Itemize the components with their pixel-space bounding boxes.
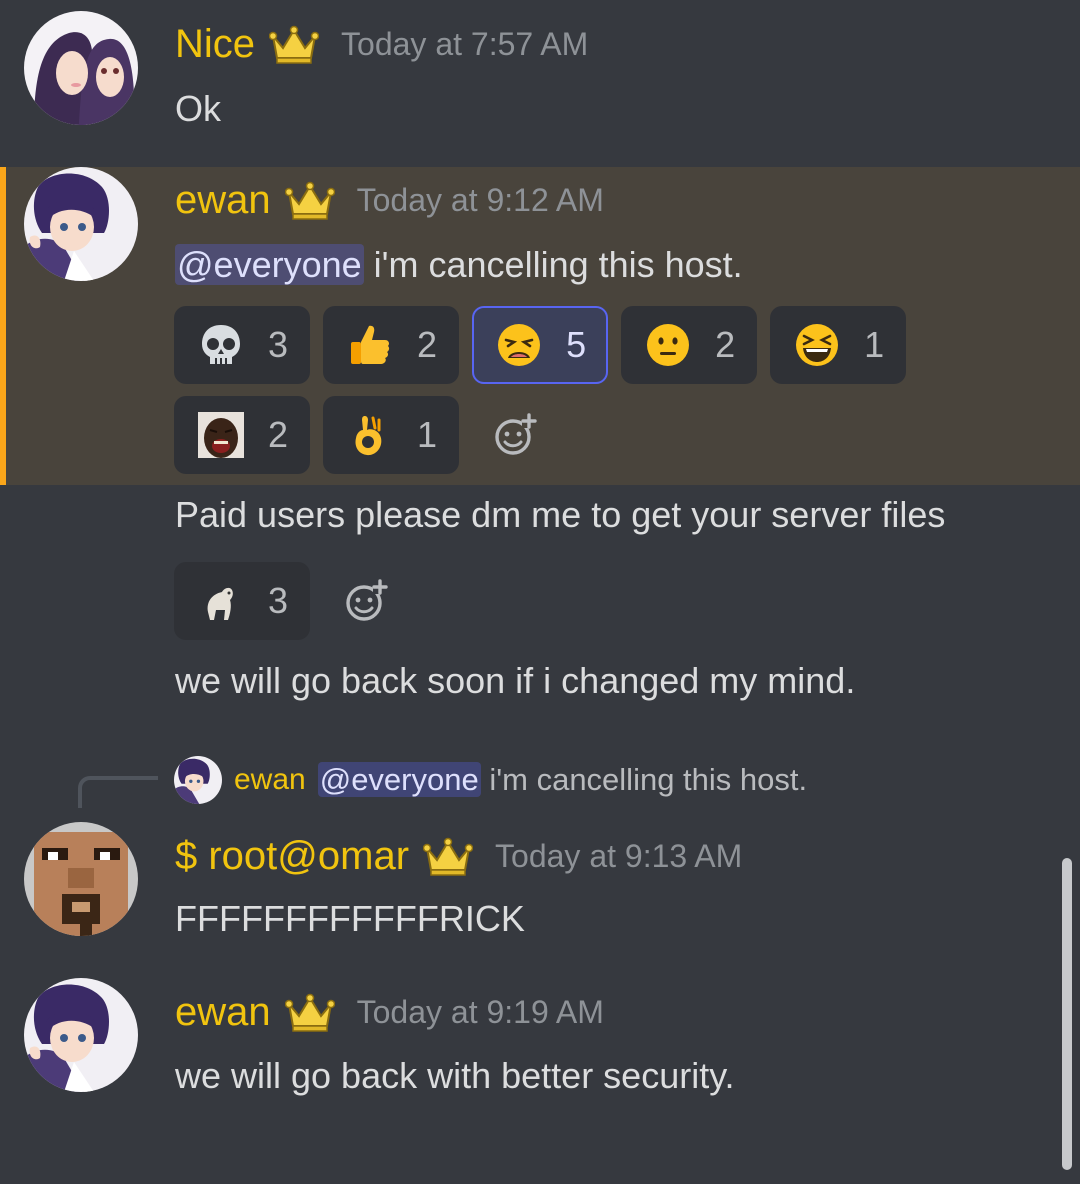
- crown-icon: [423, 834, 474, 878]
- mention-highlight-bar: [0, 167, 6, 485]
- reply-text: @everyone i'm cancelling this host.: [317, 762, 808, 798]
- reaction-count: 5: [566, 324, 587, 365]
- reply-preview[interactable]: ewan @everyone i'm cancelling this host.: [174, 756, 807, 804]
- everyone-mention[interactable]: @everyone: [175, 244, 364, 285]
- reaction-weary[interactable]: 5: [472, 306, 609, 384]
- add-reaction-icon[interactable]: [343, 578, 389, 624]
- neutral-face-emoji-icon: [645, 322, 691, 368]
- reaction-count: 1: [864, 324, 885, 365]
- reactions-row: 3 2 5 2 1: [174, 306, 919, 384]
- avatar-nice[interactable]: [24, 11, 138, 125]
- message-text: FFFFFFFFFFFFRICK: [175, 898, 525, 939]
- reaction-laughing[interactable]: 1: [770, 306, 907, 384]
- reply-avatar: [174, 756, 222, 804]
- timestamp: Today at 9:19 AM: [356, 994, 604, 1030]
- username[interactable]: $ root@omar: [175, 832, 409, 880]
- custom-crying-man-emoji-icon: [198, 412, 244, 458]
- message-header: ewan Today at 9:19 AM: [175, 988, 604, 1036]
- reply-text-body: i'm cancelling this host.: [480, 762, 808, 797]
- ok-hand-emoji-icon: [347, 412, 393, 458]
- message-header: ewan Today at 9:12 AM: [175, 176, 604, 224]
- reactions-row: 3: [174, 562, 389, 640]
- scrollbar[interactable]: [1062, 858, 1072, 1170]
- reaction-neutral[interactable]: 2: [621, 306, 758, 384]
- message-text-body: i'm cancelling this host.: [363, 244, 743, 285]
- crown-icon: [284, 990, 335, 1034]
- reaction-thumbs-up[interactable]: 2: [323, 306, 460, 384]
- reaction-skull[interactable]: 3: [174, 306, 311, 384]
- crown-icon: [269, 22, 320, 66]
- avatar-root-omar[interactable]: [24, 822, 138, 936]
- message-text: @everyone i'm cancelling this host.: [175, 242, 743, 288]
- avatar-ewan[interactable]: [24, 978, 138, 1092]
- add-reaction-icon[interactable]: [492, 412, 538, 458]
- message-header: Nice Today at 7:57 AM: [175, 20, 588, 68]
- avatar-ewan[interactable]: [24, 167, 138, 281]
- reaction-count: 3: [268, 324, 289, 365]
- message-text: Paid users please dm me to get your serv…: [175, 494, 946, 535]
- timestamp: Today at 9:12 AM: [356, 182, 604, 218]
- reactions-row: 2 1: [174, 396, 538, 474]
- reaction-ok-hand[interactable]: 1: [323, 396, 460, 474]
- chat-window: Nice Today at 7:57 AM Ok ewan Today at 9…: [0, 0, 1080, 1184]
- reaction-count: 2: [715, 324, 736, 365]
- weary-face-emoji-icon: [496, 322, 542, 368]
- timestamp: Today at 9:13 AM: [495, 838, 743, 874]
- username[interactable]: Nice: [175, 20, 255, 68]
- reaction-count: 2: [417, 324, 438, 365]
- reaction-count: 2: [268, 414, 289, 455]
- username[interactable]: ewan: [175, 176, 271, 224]
- crown-icon: [284, 178, 335, 222]
- reply-username[interactable]: ewan: [234, 763, 306, 797]
- message-text: we will go back with better security.: [175, 1055, 735, 1096]
- username[interactable]: ewan: [175, 988, 271, 1036]
- reaction-count: 3: [268, 580, 289, 621]
- reaction-count: 1: [417, 414, 438, 455]
- message-text: we will go back soon if i changed my min…: [175, 660, 856, 701]
- skull-emoji-icon: [198, 322, 244, 368]
- reaction-custom-dog[interactable]: 3: [174, 562, 311, 640]
- reaction-custom-crying-man[interactable]: 2: [174, 396, 311, 474]
- reply-connector: [78, 776, 158, 808]
- message-header: $ root@omar Today at 9:13 AM: [175, 832, 742, 880]
- custom-dog-emoji-icon: [198, 578, 244, 624]
- everyone-mention: @everyone: [317, 762, 481, 797]
- laughing-face-emoji-icon: [794, 322, 840, 368]
- timestamp: Today at 7:57 AM: [341, 26, 589, 62]
- thumbs-up-emoji-icon: [347, 322, 393, 368]
- message-text: Ok: [175, 88, 222, 129]
